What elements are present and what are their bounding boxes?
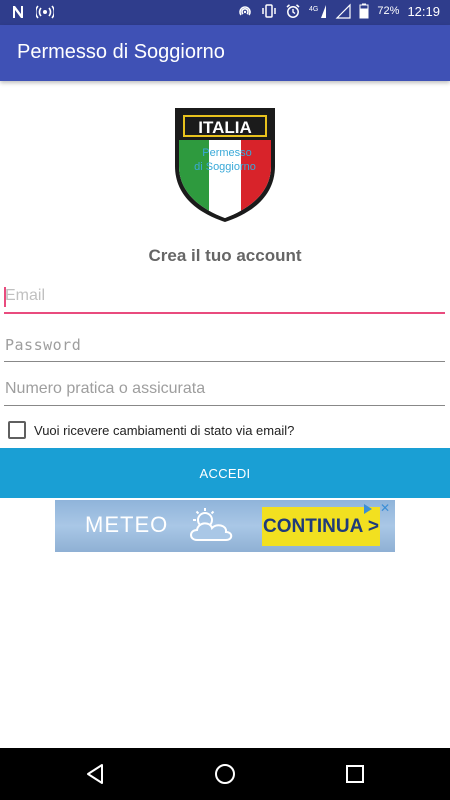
back-icon[interactable] xyxy=(84,762,108,786)
n-notification-icon xyxy=(10,4,26,20)
weather-cloud-icon xyxy=(183,506,239,546)
accedi-button[interactable]: ACCEDI xyxy=(0,448,450,498)
app-screen: 4G 72% 12:19 Permesso di Soggiorno ITALI… xyxy=(0,0,450,800)
email-updates-checkbox[interactable] xyxy=(8,421,26,439)
meteo-banner-ad[interactable]: METEO CONTINUA > ✕ xyxy=(55,500,395,552)
app-bar: Permesso di Soggiorno xyxy=(0,25,450,81)
status-left xyxy=(10,4,56,20)
ad-choices-icon[interactable] xyxy=(361,502,375,516)
email-updates-label: Vuoi ricevere cambiamenti di stato via e… xyxy=(34,422,295,438)
clock: 12:19 xyxy=(407,3,440,19)
alarm-icon xyxy=(285,3,301,19)
recents-icon[interactable] xyxy=(343,762,367,786)
svg-text:Permesso: Permesso xyxy=(202,147,252,159)
svg-text:di Soggiorno: di Soggiorno xyxy=(194,161,256,173)
battery-icon xyxy=(359,3,369,19)
svg-text:4G: 4G xyxy=(309,6,318,13)
home-icon[interactable] xyxy=(213,762,237,786)
signal-4g-icon: 4G xyxy=(309,3,327,19)
email-updates-option[interactable]: Vuoi ricevere cambiamenti di stato via e… xyxy=(8,421,294,439)
signal-icon xyxy=(335,3,352,19)
nfc-icon xyxy=(237,3,253,19)
status-right: 4G 72% 12:19 xyxy=(237,3,440,19)
email-field[interactable] xyxy=(4,280,445,314)
vibrate-icon xyxy=(261,3,277,19)
battery-percentage: 72% xyxy=(377,5,400,17)
system-nav-bar xyxy=(0,748,450,800)
ad-title: METEO xyxy=(85,512,169,537)
numero-pratica-field[interactable] xyxy=(4,372,445,406)
ad-close-icon[interactable]: ✕ xyxy=(378,501,392,515)
status-bar: 4G 72% 12:19 xyxy=(0,0,450,25)
hotspot-icon xyxy=(34,4,56,20)
app-title: Permesso di Soggiorno xyxy=(17,41,225,63)
text-cursor xyxy=(4,287,6,307)
password-field[interactable] xyxy=(4,328,445,362)
italia-shield-logo: ITALIA Permesso di Soggiorno xyxy=(173,106,277,222)
svg-text:ITALIA: ITALIA xyxy=(198,118,252,137)
form-heading: Crea il tuo account xyxy=(148,246,302,265)
